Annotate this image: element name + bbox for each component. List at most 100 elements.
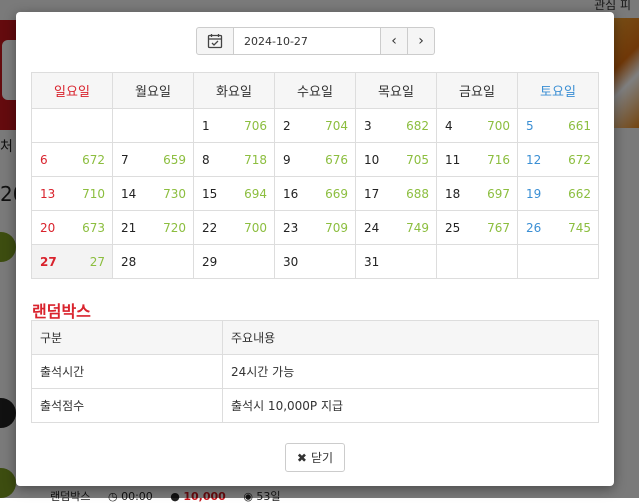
calendar-day-cell[interactable]: 19 662 [517,176,599,211]
calendar-day-cell[interactable]: 9 676 [274,142,356,177]
day-points: 673 [82,220,105,235]
day-number: 24 [364,220,380,235]
day-number: 18 [445,186,461,201]
calendar-day-cell[interactable]: 23 709 [274,210,356,245]
day-points: 694 [244,186,267,201]
calendar-day-cell[interactable]: 11 716 [436,142,518,177]
calendar-day-content: 20 673 [40,221,105,235]
weekday-header: 수요일 [274,72,356,109]
calendar-day-content: 31 [364,255,429,269]
calendar-day-cell[interactable]: 27 27 [31,244,113,279]
calendar-day-cell[interactable]: 10 705 [355,142,437,177]
calendar-day-content: 11 716 [445,153,510,167]
close-icon: ✖ [296,450,307,465]
day-number: 1 [202,118,210,133]
calendar-day-content: 16 669 [283,187,348,201]
date-input[interactable] [234,27,381,55]
calendar-day-content: 22 700 [202,221,267,235]
day-points: 688 [406,186,429,201]
day-number: 23 [283,220,299,235]
calendar-day-content: 27 27 [40,255,105,269]
weekday-header: 금요일 [436,72,518,109]
calendar-day-cell[interactable]: 28 [112,244,194,279]
calendar-day-cell[interactable]: 1 706 [193,108,275,143]
calendar-day-cell[interactable]: 12 672 [517,142,599,177]
calendar-week-row: 1 706 2 704 3 682 4 700 5 661 [31,108,599,143]
day-number: 6 [40,152,48,167]
calendar-day-cell[interactable]: 18 697 [436,176,518,211]
day-number: 28 [121,254,137,269]
calendar-day-content: 6 672 [40,153,105,167]
calendar-empty-cell [436,244,518,279]
day-points: 700 [244,220,267,235]
calendar-day-cell[interactable]: 16 669 [274,176,356,211]
calendar-day-content: 13 710 [40,187,105,201]
day-number: 26 [526,220,542,235]
day-number: 30 [283,254,299,269]
day-number: 19 [526,186,542,201]
info-row: 출석점수 출석시 10,000P 지급 [31,388,599,423]
calendar-day-cell[interactable]: 31 [355,244,437,279]
calendar-day-cell[interactable]: 25 767 [436,210,518,245]
weekday-header: 월요일 [112,72,194,109]
chevron-left-icon: ‹ [391,33,397,49]
calendar-day-cell[interactable]: 29 [193,244,275,279]
weekday-header: 목요일 [355,72,437,109]
calendar-day-content: 12 672 [526,153,591,167]
calendar-day-cell[interactable]: 4 700 [436,108,518,143]
day-number: 14 [121,186,137,201]
calendar-day-content: 2 704 [283,119,348,133]
day-number: 9 [283,152,291,167]
weekday-header-row: 일요일 월요일 화요일 수요일 목요일 금요일 토요일 [31,72,599,109]
calendar-day-content: 9 676 [283,153,348,167]
section-title: 랜덤박스 [32,302,91,321]
day-number: 25 [445,220,461,235]
info-cell: 출석시 10,000P 지급 [222,388,599,423]
calendar-day-cell[interactable]: 22 700 [193,210,275,245]
calendar-day-cell[interactable]: 30 [274,244,356,279]
day-points: 661 [568,118,591,133]
calendar-day-content: 26 745 [526,221,591,235]
calendar-day-cell[interactable]: 26 745 [517,210,599,245]
calendar-day-cell[interactable]: 2 704 [274,108,356,143]
calendar-button[interactable] [196,27,234,55]
calendar-day-cell[interactable]: 17 688 [355,176,437,211]
calendar-week-row: 27 27 28 29 30 31 [31,244,599,279]
day-points: 662 [568,186,591,201]
close-button[interactable]: ✖ 닫기 [285,443,345,472]
info-header-row: 구분 주요내용 [31,320,599,355]
calendar-week-row: 13 710 14 730 15 694 16 669 17 688 18 697 19 662 [31,176,599,211]
calendar-day-cell[interactable]: 14 730 [112,176,194,211]
calendar-day-cell[interactable]: 8 718 [193,142,275,177]
day-points: 705 [406,152,429,167]
calendar-day-cell[interactable]: 7 659 [112,142,194,177]
calendar-day-cell[interactable]: 13 710 [31,176,113,211]
calendar-day-cell[interactable]: 3 682 [355,108,437,143]
calendar-day-content: 21 720 [121,221,186,235]
info-header-content: 주요내용 [222,320,599,355]
day-points: 720 [163,220,186,235]
day-points: 669 [325,186,348,201]
prev-month-button[interactable]: ‹ [381,27,408,55]
calendar-day-cell[interactable]: 15 694 [193,176,275,211]
info-cell: 출석점수 [31,388,223,423]
day-points: 27 [89,254,105,269]
calendar-day-cell[interactable]: 5 661 [517,108,599,143]
calendar-day-cell[interactable]: 21 720 [112,210,194,245]
day-number: 22 [202,220,218,235]
day-number: 7 [121,152,129,167]
day-number: 16 [283,186,299,201]
calendar-day-cell[interactable]: 20 673 [31,210,113,245]
next-month-button[interactable]: › [408,27,435,55]
day-points: 672 [82,152,105,167]
day-points: 767 [487,220,510,235]
calendar-day-content: 29 [202,255,267,269]
day-number: 29 [202,254,218,269]
day-number: 4 [445,118,453,133]
calendar-day-cell[interactable]: 6 672 [31,142,113,177]
day-number: 3 [364,118,372,133]
calendar-day-content: 30 [283,255,348,269]
day-number: 11 [445,152,461,167]
calendar-day-content: 3 682 [364,119,429,133]
calendar-day-cell[interactable]: 24 749 [355,210,437,245]
